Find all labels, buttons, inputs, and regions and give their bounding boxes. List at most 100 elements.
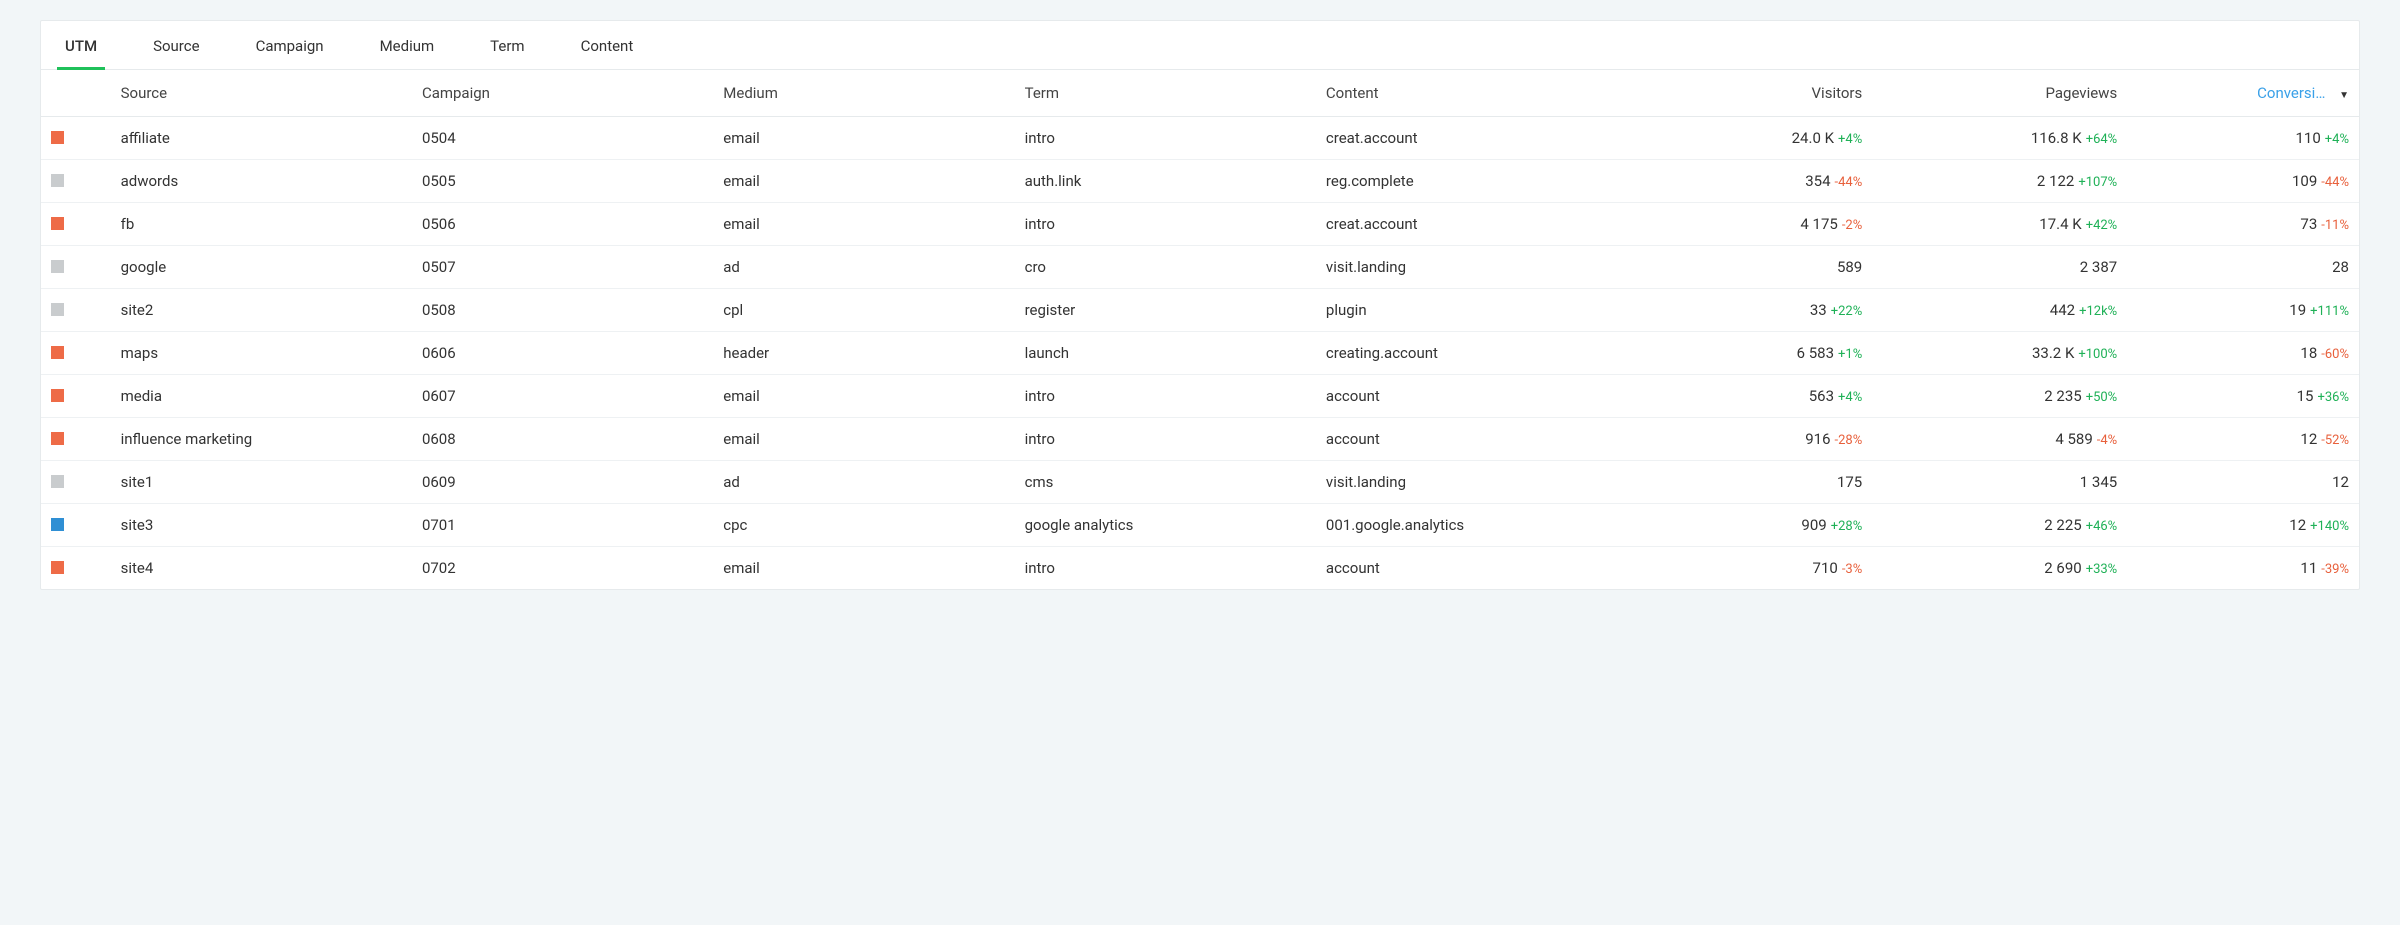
cell-campaign: 0505 [412,160,713,203]
cell-visitors: 6 583+1% [1640,332,1872,375]
color-swatch [51,174,64,187]
delta: +46% [2086,519,2118,534]
cell-source: site3 [111,504,412,547]
col-medium[interactable]: Medium [713,70,1014,117]
delta: +1% [1838,347,1862,362]
color-swatch [51,217,64,230]
table-row[interactable]: site10609adcmsvisit.landing1751 34512 [41,461,2359,504]
table-row[interactable]: fb0506emailintrocreat.account4 175-2%17.… [41,203,2359,246]
cell-swatch [41,547,111,590]
cell-medium: ad [713,246,1014,289]
tab-utm[interactable]: UTM [57,21,105,69]
cell-visitors: 589 [1640,246,1872,289]
delta: -4% [2097,433,2117,448]
delta: +12k% [2079,304,2117,319]
cell-source: site1 [111,461,412,504]
cell-visitors: 354-44% [1640,160,1872,203]
delta: +140% [2310,519,2349,534]
col-pageviews[interactable]: Pageviews [1872,70,2127,117]
table-row[interactable]: influence marketing0608emailintroaccount… [41,418,2359,461]
col-visitors[interactable]: Visitors [1640,70,1872,117]
color-swatch [51,303,64,316]
table-row[interactable]: google0507adcrovisit.landing5892 38728 [41,246,2359,289]
cell-campaign: 0609 [412,461,713,504]
delta: -44% [2321,175,2349,190]
cell-visitors: 33+22% [1640,289,1872,332]
cell-medium: header [713,332,1014,375]
table-header-row: Source Campaign Medium Term Content Visi… [41,70,2359,117]
cell-source: adwords [111,160,412,203]
cell-medium: ad [713,461,1014,504]
cell-conversions: 19+111% [2127,289,2359,332]
cell-content: account [1316,375,1641,418]
cell-source: influence marketing [111,418,412,461]
delta: -3% [1842,562,1862,577]
cell-swatch [41,418,111,461]
table-wrap: Source Campaign Medium Term Content Visi… [41,70,2359,589]
tab-campaign[interactable]: Campaign [248,21,332,69]
cell-campaign: 0606 [412,332,713,375]
cell-conversions: 11-39% [2127,547,2359,590]
cell-content: plugin [1316,289,1641,332]
color-swatch [51,131,64,144]
cell-campaign: 0608 [412,418,713,461]
color-swatch [51,260,64,273]
tab-term[interactable]: Term [482,21,532,69]
delta: +4% [1838,132,1862,147]
col-swatch [41,70,111,117]
cell-swatch [41,117,111,160]
col-conversions[interactable]: Conversi… ▼ [2127,70,2359,117]
cell-medium: cpc [713,504,1014,547]
cell-content: account [1316,418,1641,461]
table-row[interactable]: adwords0505emailauth.linkreg.complete354… [41,160,2359,203]
col-term[interactable]: Term [1015,70,1316,117]
tab-source[interactable]: Source [145,21,207,69]
cell-pageviews: 116.8 K+64% [1872,117,2127,160]
cell-swatch [41,375,111,418]
cell-source: media [111,375,412,418]
delta: +50% [2086,390,2118,405]
cell-visitors: 175 [1640,461,1872,504]
sort-desc-icon: ▼ [2339,90,2349,101]
cell-source: google [111,246,412,289]
tab-content[interactable]: Content [573,21,642,69]
cell-visitors: 24.0 K+4% [1640,117,1872,160]
cell-pageviews: 2 235+50% [1872,375,2127,418]
cell-term: google analytics [1015,504,1316,547]
cell-medium: cpl [713,289,1014,332]
cell-pageviews: 4 589-4% [1872,418,2127,461]
tab-medium[interactable]: Medium [372,21,443,69]
cell-term: launch [1015,332,1316,375]
cell-term: intro [1015,375,1316,418]
delta: -60% [2321,347,2349,362]
col-conversions-label: Conversi… [2257,84,2325,102]
col-source[interactable]: Source [111,70,412,117]
tabs-bar: UTM Source Campaign Medium Term Content [41,21,2359,70]
cell-content: account [1316,547,1641,590]
table-row[interactable]: site20508cplregisterplugin33+22%442+12k%… [41,289,2359,332]
cell-visitors: 916-28% [1640,418,1872,461]
table-row[interactable]: maps0606headerlaunchcreating.account6 58… [41,332,2359,375]
cell-visitors: 4 175-2% [1640,203,1872,246]
cell-term: intro [1015,547,1316,590]
cell-source: site2 [111,289,412,332]
table-body: affiliate0504emailintrocreat.account24.0… [41,117,2359,590]
cell-swatch [41,461,111,504]
table-row[interactable]: site40702emailintroaccount710-3%2 690+33… [41,547,2359,590]
color-swatch [51,518,64,531]
cell-swatch [41,246,111,289]
cell-source: maps [111,332,412,375]
cell-content: 001.google.analytics [1316,504,1641,547]
cell-content: creating.account [1316,332,1641,375]
col-campaign[interactable]: Campaign [412,70,713,117]
delta: -52% [2321,433,2349,448]
cell-campaign: 0702 [412,547,713,590]
table-row[interactable]: media0607emailintroaccount563+4%2 235+50… [41,375,2359,418]
cell-content: creat.account [1316,117,1641,160]
analytics-panel: UTMSourceCampaignMediumTermContent Sourc… [40,20,2360,590]
col-content[interactable]: Content [1316,70,1641,117]
table-row[interactable]: affiliate0504emailintrocreat.account24.0… [41,117,2359,160]
table-row[interactable]: site30701cpcgoogle analytics001.google.a… [41,504,2359,547]
cell-medium: email [713,203,1014,246]
cell-pageviews: 2 387 [1872,246,2127,289]
